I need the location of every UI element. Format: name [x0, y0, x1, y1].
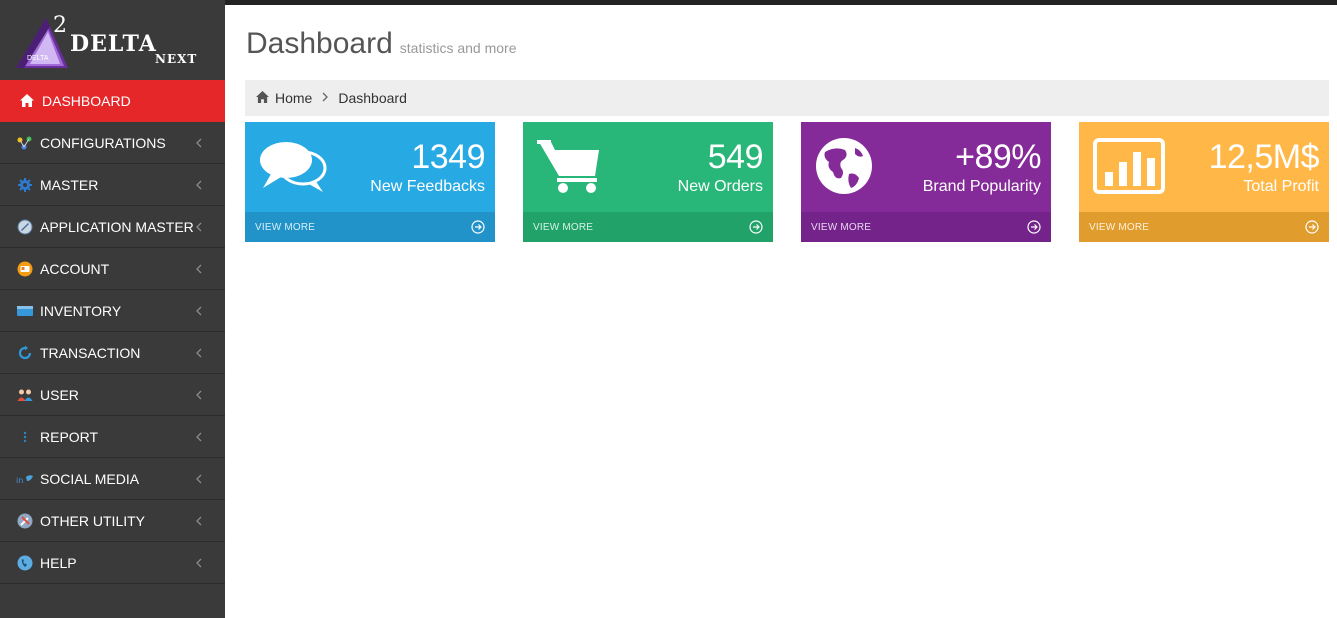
social-media-icon: in — [16, 470, 34, 488]
sidebar-item-transaction[interactable]: TRANSACTION — [0, 332, 225, 374]
view-more-link[interactable]: VIEW MORE — [245, 212, 495, 242]
sidebar-item-dashboard[interactable]: DASHBOARD — [0, 80, 225, 122]
logo-brand: DELTA — [70, 31, 157, 57]
home-icon — [256, 90, 269, 106]
help-phone-icon — [16, 554, 34, 572]
chevron-right-icon — [322, 91, 329, 105]
bar-chart-icon — [1093, 138, 1165, 194]
arrow-circle-right-icon — [471, 220, 485, 234]
chevron-left-icon — [196, 180, 202, 190]
sidebar-item-social-media[interactable]: in SOCIAL MEDIA — [0, 458, 225, 500]
page-header: Dashboard statistics and more — [246, 27, 516, 61]
main-content: Dashboard statistics and more Home Dashb… — [225, 5, 1337, 618]
users-group-icon — [16, 386, 34, 404]
chevron-left-icon — [196, 264, 202, 274]
tile-value: 1349 — [411, 138, 485, 176]
logo-mini-text: DELTA — [27, 55, 49, 62]
sidebar-item-label: USER — [40, 386, 79, 403]
tile-desc: New Orders — [677, 178, 763, 195]
stat-tile-feedbacks: 1349 New Feedbacks VIEW MORE — [245, 122, 495, 242]
tile-desc: Brand Popularity — [922, 178, 1041, 195]
breadcrumb: Home Dashboard — [245, 80, 1329, 116]
svg-text:in: in — [16, 476, 23, 485]
tools-icon — [16, 512, 34, 530]
network-nodes-icon — [16, 134, 34, 152]
sidebar: 2 DELTA NEXT DELTA DASHBOARD CONFIGURATI… — [0, 0, 225, 618]
sidebar-item-report[interactable]: REPORT — [0, 416, 225, 458]
stat-tile-total-profit: 12,5M$ Total Profit VIEW MORE — [1079, 122, 1329, 242]
sidebar-item-label: HELP — [40, 554, 77, 571]
sidebar-item-label: DASHBOARD — [42, 92, 131, 109]
breadcrumb-current: Dashboard — [338, 90, 407, 106]
tile-value: 12,5M$ — [1208, 138, 1320, 176]
sidebar-item-master[interactable]: MASTER — [0, 164, 225, 206]
sidebar-item-label: OTHER UTILITY — [40, 512, 146, 529]
arrow-circle-right-icon — [1305, 220, 1319, 234]
sidebar-item-user[interactable]: USER — [0, 374, 225, 416]
sidebar-item-label: TRANSACTION — [40, 344, 141, 361]
inventory-box-icon — [16, 302, 34, 320]
chevron-left-icon — [196, 222, 202, 232]
chevron-left-icon — [196, 306, 202, 316]
sidebar-item-label: INVENTORY — [40, 302, 122, 319]
tile-value: 549 — [707, 138, 764, 176]
page-subtitle: statistics and more — [399, 40, 517, 56]
view-more-label: VIEW MORE — [811, 221, 872, 233]
chevron-left-icon — [196, 516, 202, 526]
chevron-left-icon — [196, 474, 202, 484]
gear-icon — [16, 176, 34, 194]
view-more-link[interactable]: VIEW MORE — [801, 212, 1051, 242]
shopping-cart-icon — [537, 140, 599, 193]
transaction-loop-icon — [16, 344, 34, 362]
view-more-label: VIEW MORE — [533, 221, 594, 233]
logo[interactable]: 2 DELTA NEXT DELTA — [0, 5, 225, 80]
stat-tile-brand-popularity: +89% Brand Popularity VIEW MORE — [801, 122, 1051, 242]
view-more-link[interactable]: VIEW MORE — [1079, 212, 1329, 242]
tile-desc: New Feedbacks — [370, 178, 485, 195]
tile-desc: Total Profit — [1243, 178, 1319, 195]
globe-icon — [816, 138, 872, 194]
breadcrumb-home-link[interactable]: Home — [275, 90, 312, 106]
arrow-circle-right-icon — [749, 220, 763, 234]
chevron-left-icon — [196, 432, 202, 442]
logo-superscript: 2 — [53, 13, 67, 38]
home-icon — [18, 92, 36, 110]
logo-tagline: NEXT — [155, 52, 198, 66]
sidebar-item-configurations[interactable]: CONFIGURATIONS — [0, 122, 225, 164]
chevron-left-icon — [196, 348, 202, 358]
account-card-icon — [16, 260, 34, 278]
report-dots-icon — [16, 428, 34, 446]
sidebar-item-application-master[interactable]: APPLICATION MASTER — [0, 206, 225, 248]
chevron-left-icon — [196, 138, 202, 148]
view-more-link[interactable]: VIEW MORE — [523, 212, 773, 242]
sidebar-item-other-utility[interactable]: OTHER UTILITY — [0, 500, 225, 542]
stat-tile-orders: 549 New Orders VIEW MORE — [523, 122, 773, 242]
sidebar-item-help[interactable]: HELP — [0, 542, 225, 584]
comments-icon — [260, 142, 327, 192]
view-more-label: VIEW MORE — [255, 221, 316, 233]
sidebar-item-label: MASTER — [40, 176, 99, 193]
arrow-circle-right-icon — [1027, 220, 1041, 234]
sidebar-item-label: CONFIGURATIONS — [40, 134, 166, 151]
chevron-left-icon — [196, 558, 202, 568]
chevron-left-icon — [196, 390, 202, 400]
view-more-label: VIEW MORE — [1089, 221, 1150, 233]
sidebar-item-label: SOCIAL MEDIA — [40, 470, 140, 487]
sidebar-item-account[interactable]: ACCOUNT — [0, 248, 225, 290]
page-title: Dashboard — [246, 27, 393, 60]
sidebar-item-label: REPORT — [40, 428, 99, 445]
sidebar-nav: DASHBOARD CONFIGURATIONS MASTER APPLICAT… — [0, 80, 225, 584]
tile-value: +89% — [955, 138, 1041, 176]
sidebar-item-inventory[interactable]: INVENTORY — [0, 290, 225, 332]
sidebar-item-label: APPLICATION MASTER — [40, 218, 194, 235]
app-settings-icon — [16, 218, 34, 236]
sidebar-item-label: ACCOUNT — [40, 260, 110, 277]
